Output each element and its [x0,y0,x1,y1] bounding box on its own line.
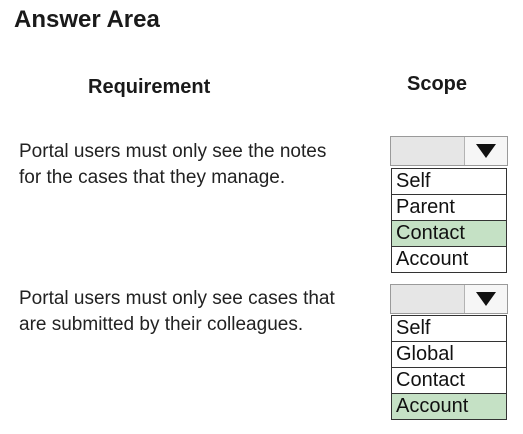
requirement-1-line-1: Portal users must only see the notes [19,141,327,162]
option-2-self[interactable]: Self [392,316,506,342]
page-title: Answer Area [14,6,160,33]
scope-dropdown-1[interactable] [390,136,508,166]
scope-dropdown-2[interactable] [390,284,508,314]
option-2-contact[interactable]: Contact [392,368,506,394]
dropdown-2-button[interactable] [464,285,507,313]
requirement-1-line-2: for the cases that they manage. [19,167,286,188]
dropdown-1-button[interactable] [464,137,507,165]
option-1-account[interactable]: Account [392,247,506,273]
requirement-1-text: Portal users must only see the notes for… [19,139,326,191]
requirement-2-text: Portal users must only see cases that ar… [19,286,335,338]
option-2-global[interactable]: Global [392,342,506,368]
scope-options-2: Self Global Contact Account [391,315,507,420]
option-1-contact[interactable]: Contact [392,221,506,247]
triangle-down-icon [476,292,496,306]
requirement-2-line-2: are submitted by their colleagues. [19,314,304,335]
option-2-account[interactable]: Account [392,394,506,420]
option-1-parent[interactable]: Parent [392,195,506,221]
requirement-header: Requirement [88,76,211,98]
option-1-self[interactable]: Self [392,169,506,195]
requirement-2-line-1: Portal users must only see cases that [19,288,335,309]
scope-header: Scope [407,73,468,95]
scope-options-1: Self Parent Contact Account [391,168,507,273]
triangle-down-icon [476,144,496,158]
